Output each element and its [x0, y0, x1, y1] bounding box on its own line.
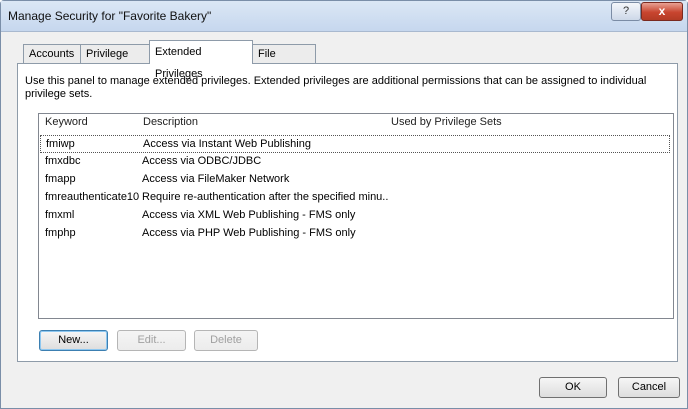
help-icon: ?: [622, 5, 630, 17]
new-button[interactable]: New...: [39, 330, 108, 351]
row-description: Access via ODBC/JDBC: [142, 155, 262, 167]
tab-accounts[interactable]: Accounts: [23, 44, 81, 63]
table-row[interactable]: fmxdbc Access via ODBC/JDBC: [40, 153, 670, 171]
row-description: Access via PHP Web Publishing - FMS only: [142, 227, 356, 239]
edit-button[interactable]: Edit...: [117, 330, 186, 351]
row-description: Access via Instant Web Publishing: [143, 138, 311, 150]
help-button[interactable]: ?: [611, 2, 641, 21]
tab-privilege-sets[interactable]: Privilege Sets: [80, 44, 150, 78]
row-keyword: fmiwp: [46, 138, 75, 150]
close-button[interactable]: x: [641, 2, 683, 21]
column-header-description[interactable]: Description: [137, 114, 385, 132]
panel-description: Use this panel to manage extended privil…: [25, 75, 647, 100]
table-row[interactable]: fmxml Access via XML Web Publishing - FM…: [40, 207, 670, 225]
column-header-keyword[interactable]: Keyword: [39, 114, 136, 132]
ok-button[interactable]: OK: [539, 377, 607, 398]
column-header-used-by[interactable]: Used by Privilege Sets: [385, 114, 665, 132]
title-bar[interactable]: Manage Security for "Favorite Bakery" ? …: [1, 1, 687, 32]
row-keyword: fmxdbc: [45, 155, 81, 167]
row-keyword: fmapp: [45, 173, 76, 185]
extended-privileges-list[interactable]: Keyword Description Used by Privilege Se…: [38, 113, 674, 319]
row-description: Require re-authentication after the spec…: [142, 191, 388, 203]
row-keyword: fmphp: [45, 227, 76, 239]
window-title: Manage Security for "Favorite Bakery": [8, 9, 212, 23]
cancel-button[interactable]: Cancel: [618, 377, 680, 398]
tab-extended-privileges[interactable]: Extended Privileges: [149, 40, 253, 80]
row-keyword: fmreauthenticate10: [45, 191, 140, 203]
tab-file-access[interactable]: File Access: [252, 44, 316, 78]
delete-button[interactable]: Delete: [194, 330, 258, 351]
table-row[interactable]: fmapp Access via FileMaker Network: [40, 171, 670, 189]
table-row[interactable]: fmreauthenticate10 Require re-authentica…: [40, 189, 670, 207]
table-row[interactable]: fmphp Access via PHP Web Publishing - FM…: [40, 225, 670, 243]
table-row[interactable]: fmiwp Access via Instant Web Publishing: [40, 135, 670, 153]
row-keyword: fmxml: [45, 209, 75, 221]
row-description: Access via XML Web Publishing - FMS only: [142, 209, 356, 221]
row-description: Access via FileMaker Network: [142, 173, 290, 185]
close-icon: x: [658, 4, 666, 18]
